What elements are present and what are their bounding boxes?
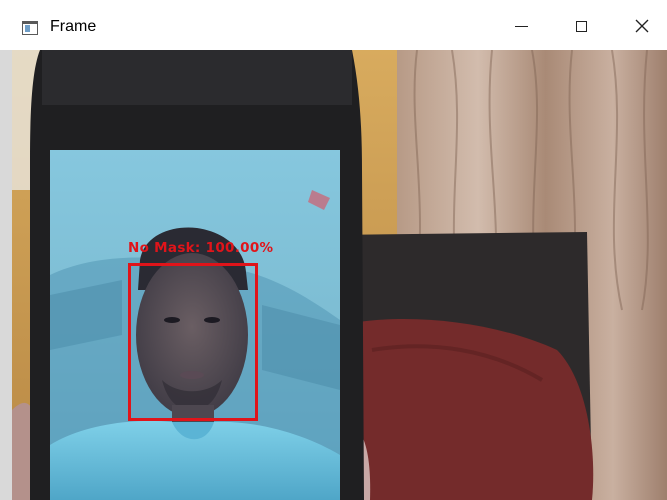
camera-scene [12,50,667,500]
minimize-button[interactable] [498,6,544,46]
title-bar[interactable]: Frame [0,0,667,50]
maximize-icon [575,20,587,32]
face-bounding-box [128,263,258,421]
video-frame: No Mask: 100.00% [12,50,667,500]
opencv-window: Frame No Mask: 100.00% [0,0,667,500]
minimize-icon [514,25,528,27]
window-left-edge [0,50,12,500]
detection-label: No Mask: 100.00% [128,240,274,256]
app-window-icon [22,21,38,35]
close-icon [635,19,649,33]
close-button[interactable] [619,6,665,46]
maximize-button[interactable] [558,6,604,46]
window-title: Frame [50,18,97,35]
